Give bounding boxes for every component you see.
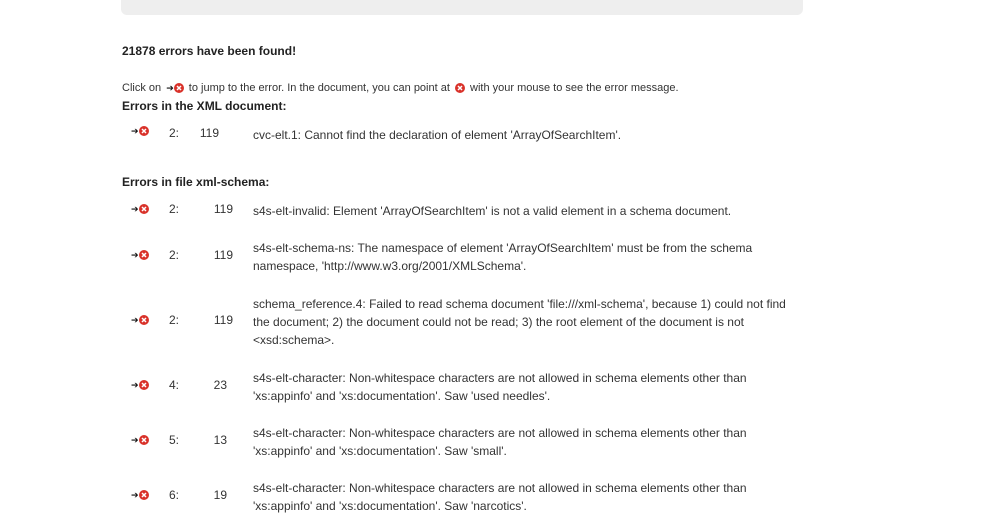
error-message: cvc-elt.1: Cannot find the declaration o…	[253, 128, 622, 142]
jump-arrow-icon: ➔	[131, 314, 139, 325]
error-line-number: 2:	[169, 313, 180, 327]
hint-text-after: with your mouse to see the error message…	[470, 82, 679, 94]
jump-arrow-icon: ➔	[131, 125, 139, 136]
jump-arrow-icon: ➔	[131, 489, 139, 500]
jump-arrow-icon: ➔	[131, 249, 139, 260]
error-line-number: 5:	[169, 433, 180, 447]
error-message: s4s-elt-invalid: Element 'ArrayOfSearchI…	[253, 204, 732, 218]
error-column-number: 119	[213, 202, 233, 216]
error-count-summary: 21878 errors have been found!	[122, 44, 297, 58]
jump-to-error-link[interactable]: ➔	[131, 204, 149, 214]
error-marker-example	[454, 83, 465, 94]
jump-to-error-link[interactable]: ➔	[131, 126, 149, 136]
jump-arrow-icon: ➔	[131, 434, 139, 445]
error-column-number: 119	[213, 313, 233, 327]
error-line-number: 4:	[169, 378, 180, 392]
jump-to-error-link[interactable]: ➔	[131, 250, 149, 260]
error-x-icon	[138, 380, 149, 390]
top-panel	[121, 0, 803, 15]
jump-arrow-icon: ➔	[131, 203, 139, 214]
error-line-number: 6:	[169, 488, 180, 502]
error-x-icon	[138, 315, 149, 325]
error-message: s4s-elt-character: Non-whitespace charac…	[253, 481, 747, 513]
error-x-icon	[138, 126, 149, 136]
error-column-number: 119	[199, 126, 219, 140]
error-line-number: 2:	[169, 126, 180, 140]
hint-text-middle: to jump to the error. In the document, y…	[188, 82, 450, 94]
error-x-icon	[454, 83, 465, 94]
error-message: schema_reference.4: Failed to read schem…	[253, 297, 786, 347]
error-x-icon	[173, 83, 184, 94]
jump-to-error-link[interactable]: ➔	[131, 380, 149, 390]
jump-to-error-link[interactable]: ➔	[131, 490, 149, 500]
error-line-number: 2:	[169, 248, 180, 262]
error-column-number: 119	[213, 248, 233, 262]
error-message: s4s-elt-character: Non-whitespace charac…	[253, 426, 747, 458]
xml-errors-heading: Errors in the XML document:	[122, 99, 287, 113]
error-column-number: 19	[213, 488, 227, 502]
jump-arrow-icon: ➔	[131, 379, 139, 390]
hint-text-before: Click on	[122, 82, 162, 94]
instructions-hint: Click on ➔ to jump to the error. In the …	[122, 82, 679, 94]
error-column-number: 13	[213, 433, 227, 447]
jump-to-error-link[interactable]: ➔	[131, 435, 149, 445]
error-x-icon	[138, 490, 149, 500]
error-column-number: 23	[213, 378, 227, 392]
jump-arrow-icon: ➔	[166, 82, 174, 93]
error-x-icon	[138, 435, 149, 445]
jump-to-error-example: ➔	[166, 82, 184, 94]
jump-to-error-link[interactable]: ➔	[131, 315, 149, 325]
schema-errors-heading: Errors in file xml-schema:	[122, 175, 270, 189]
error-message: s4s-elt-schema-ns: The namespace of elem…	[253, 241, 753, 273]
error-message: s4s-elt-character: Non-whitespace charac…	[253, 371, 747, 403]
error-x-icon	[138, 250, 149, 260]
error-x-icon	[138, 204, 149, 214]
error-line-number: 2:	[169, 202, 180, 216]
